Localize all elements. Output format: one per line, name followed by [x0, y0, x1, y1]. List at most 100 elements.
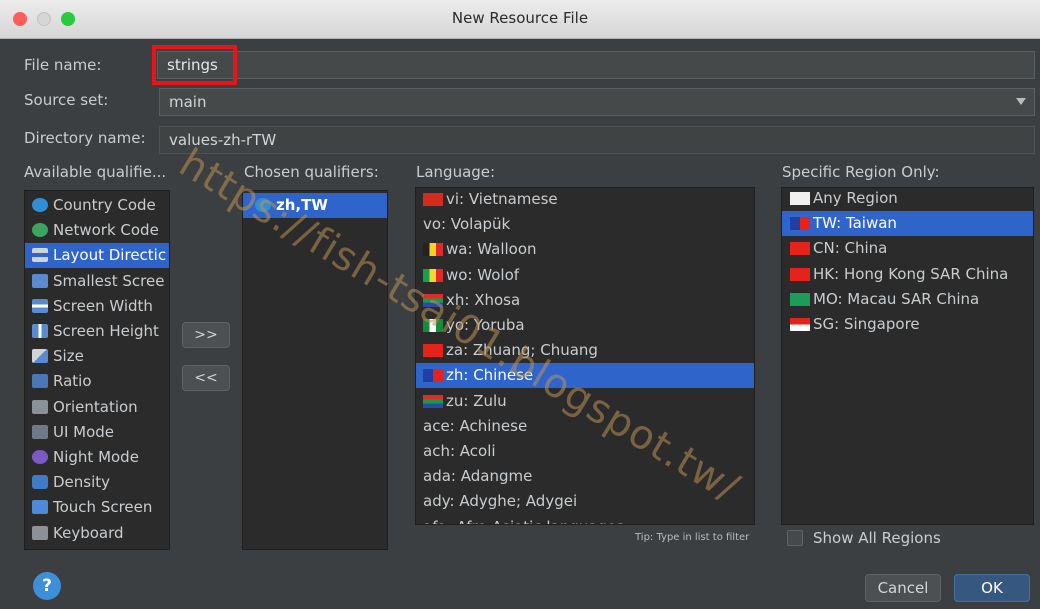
- list-item[interactable]: TW: Taiwan: [782, 211, 1033, 237]
- file-name-field[interactable]: [157, 51, 1035, 79]
- item-label: Country Code: [53, 196, 156, 214]
- taiwan-flag-icon: [423, 369, 443, 383]
- list-item[interactable]: ada: Adangme: [416, 464, 754, 489]
- item-label: Density: [53, 473, 111, 492]
- file-name-input[interactable]: [167, 52, 1034, 78]
- vietnam-flag-icon: [423, 193, 443, 206]
- list-item[interactable]: zh: Chinese: [416, 363, 754, 389]
- item-label: zh,TW: [276, 196, 328, 214]
- qualifier-item[interactable]: Ratio: [25, 369, 169, 394]
- list-item[interactable]: vi: Vietnamese: [416, 188, 754, 212]
- night-mode-icon: [32, 450, 48, 464]
- item-label: Touch Screen: [53, 498, 153, 517]
- item-label: vo: Volapük: [423, 215, 511, 234]
- qualifier-item[interactable]: Network Code: [25, 218, 169, 243]
- list-item[interactable]: SG: Singapore: [782, 312, 1033, 337]
- source-set-dropdown[interactable]: main: [159, 88, 1035, 116]
- smallest-screen-icon: [32, 273, 48, 288]
- list-item[interactable]: za: Zhuang; Chuang: [416, 338, 754, 363]
- remove-qualifier-button[interactable]: <<: [182, 365, 230, 391]
- item-label: Network Code: [53, 221, 159, 240]
- taiwan-flag-icon: [790, 217, 810, 231]
- screen-width-icon: [32, 298, 48, 313]
- item-label: Screen Height: [53, 322, 159, 340]
- list-item[interactable]: wa: Walloon: [416, 237, 754, 262]
- qualifier-item[interactable]: Layout Directic: [25, 243, 169, 269]
- list-item[interactable]: ace: Achinese: [416, 414, 754, 439]
- language-list[interactable]: vi: Vietnamese vo: Volapük wa: Walloon wo: …: [415, 187, 755, 525]
- chosen-qualifiers-list[interactable]: zh,TW: [242, 190, 388, 550]
- qualifier-item[interactable]: Size: [25, 344, 169, 369]
- list-item[interactable]: yo: Yoruba: [416, 313, 754, 338]
- item-label: ace: Achinese: [423, 416, 528, 435]
- keyboard-icon: [32, 525, 48, 540]
- list-item[interactable]: MO: Macau SAR China: [782, 287, 1033, 312]
- qualifier-item[interactable]: Screen Height: [25, 319, 169, 344]
- source-set-value: main: [169, 93, 207, 111]
- ratio-icon: [32, 374, 48, 389]
- qualifier-item[interactable]: Country Code: [25, 193, 169, 218]
- ok-button[interactable]: OK: [954, 574, 1030, 602]
- item-label: zh: Chinese: [446, 366, 534, 385]
- window-title: New Resource File: [451, 9, 589, 27]
- qualifier-item[interactable]: zh,TW: [243, 193, 387, 218]
- list-item[interactable]: afa: Afro-Asiatic languages: [416, 515, 754, 524]
- qualifier-item[interactable]: Smallest Scree: [25, 269, 169, 294]
- south-africa-flag-icon: [423, 293, 443, 307]
- item-label: yo: Yoruba: [446, 316, 525, 334]
- qualifier-item[interactable]: Night Mode: [25, 445, 169, 470]
- list-item[interactable]: xh: Xhosa: [416, 288, 754, 313]
- available-qualifiers-list[interactable]: Country Code Network Code Layout Directic S…: [24, 190, 170, 550]
- item-label: Keyboard: [53, 523, 124, 542]
- list-item[interactable]: CN: China: [782, 236, 1033, 261]
- globe-icon: [255, 198, 271, 212]
- item-label: TW: Taiwan: [813, 214, 897, 233]
- list-item[interactable]: vo: Volapük: [416, 212, 754, 237]
- help-icon[interactable]: ?: [33, 572, 61, 600]
- qualifier-item[interactable]: UI Mode: [25, 420, 169, 445]
- item-label: Ratio: [53, 372, 92, 391]
- highlight-box: [152, 45, 237, 85]
- file-name-label: File name:: [24, 56, 102, 74]
- chosen-qualifiers-header: Chosen qualifiers:: [244, 163, 379, 181]
- list-item[interactable]: Any Region: [782, 188, 1033, 211]
- list-item[interactable]: HK: Hong Kong SAR China: [782, 262, 1033, 287]
- item-label: CN: China: [813, 239, 888, 258]
- item-label: xh: Xhosa: [446, 290, 521, 309]
- globe-icon: [32, 198, 48, 212]
- list-item[interactable]: wo: Wolof: [416, 263, 754, 288]
- list-item[interactable]: zu: Zulu: [416, 389, 754, 414]
- item-label: vi: Vietnamese: [446, 190, 558, 208]
- language-header: Language:: [416, 163, 496, 181]
- item-label: UI Mode: [53, 422, 115, 441]
- size-icon: [32, 349, 48, 364]
- list-item[interactable]: ach: Acoli: [416, 439, 754, 464]
- add-qualifier-button[interactable]: >>: [182, 322, 230, 348]
- region-list[interactable]: Any Region TW: Taiwan CN: China HK: Hong Ko…: [781, 187, 1034, 525]
- item-label: Layout Directic: [53, 246, 167, 265]
- qualifier-item[interactable]: Screen Width: [25, 294, 169, 319]
- nigeria-flag-icon: [423, 319, 443, 332]
- item-label: MO: Macau SAR China: [813, 289, 980, 308]
- show-all-regions-checkbox[interactable]: [787, 530, 803, 546]
- list-item[interactable]: ady: Adyghe; Adygei: [416, 489, 754, 514]
- qualifier-item[interactable]: Orientation: [25, 395, 169, 420]
- show-all-regions-label: Show All Regions: [813, 529, 941, 547]
- screen-height-icon: [32, 324, 48, 338]
- qualifier-item[interactable]: Touch Screen: [25, 495, 169, 520]
- qualifier-item[interactable]: Keyboard: [25, 521, 169, 546]
- item-label: HK: Hong Kong SAR China: [813, 264, 1009, 283]
- south-africa-flag-icon: [423, 394, 443, 408]
- directory-name-field[interactable]: values-zh-rTW: [159, 126, 1035, 154]
- chevron-down-icon: [1016, 98, 1026, 105]
- qualifier-item[interactable]: Density: [25, 470, 169, 495]
- senegal-flag-icon: [423, 268, 443, 282]
- item-label: za: Zhuang; Chuang: [446, 341, 598, 360]
- hong-kong-flag-icon: [790, 267, 810, 281]
- title-bar: New Resource File: [0, 0, 1040, 39]
- item-label: wa: Walloon: [446, 240, 537, 259]
- cancel-button[interactable]: Cancel: [865, 574, 941, 602]
- macau-flag-icon: [790, 292, 810, 306]
- china-flag-icon: [790, 242, 810, 256]
- item-label: ady: Adyghe; Adygei: [423, 492, 578, 511]
